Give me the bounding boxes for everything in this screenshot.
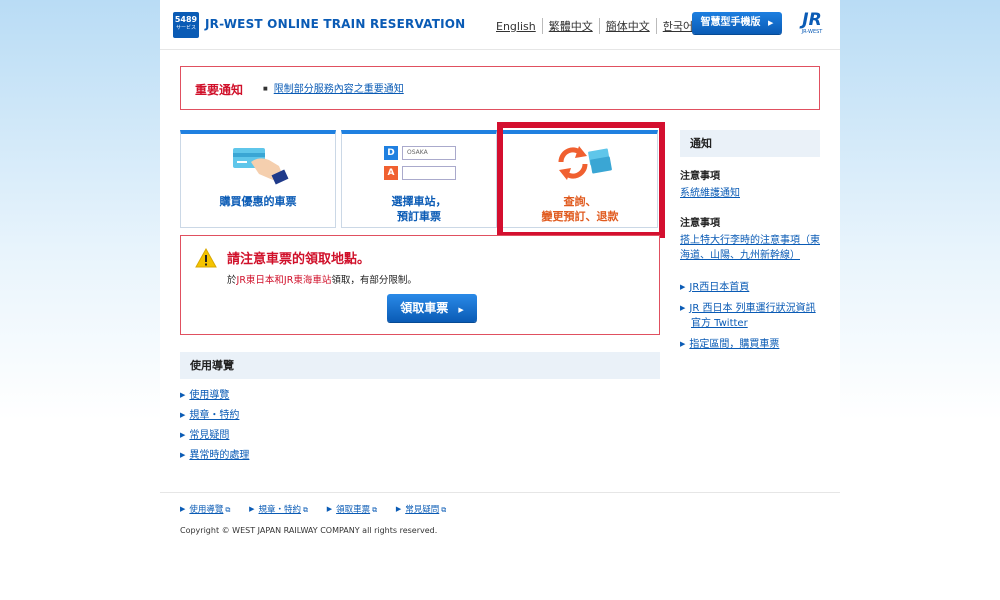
external-link-icon: ⧉ (225, 506, 231, 514)
warning-text-highlight: JR東日本和JR東海車站 (236, 275, 332, 286)
arrow-right-icon: ▶ (395, 505, 402, 513)
lang-traditional-chinese[interactable]: 繁體中文 (541, 18, 599, 34)
pickup-warning: 請注意車票的領取地點。 於JR東日本和JR東海車站領取，有部分限制。 領取車票 … (180, 235, 660, 335)
5489-logo[interactable]: 5489 サービス (173, 12, 199, 38)
sidebar-notice: 注意事項 搭上特大行李時的注意事項（東海道、山陽、九州新幹線） (680, 214, 820, 263)
site-title[interactable]: JR-WEST ONLINE TRAIN RESERVATION (205, 17, 465, 31)
footer-link[interactable]: ▶ 領取車票 ⧉ (327, 505, 377, 515)
jr-west-logo[interactable]: JR JR-WEST (796, 12, 828, 38)
arrow-right-icon: ▶ (180, 505, 186, 513)
notice-heading: 注意事項 (680, 218, 720, 229)
footer-link-label: 領取車票 (336, 505, 371, 515)
footer-link-label: 規章・特約 (258, 505, 302, 515)
warning-title: 請注意車票的領取地點。 (227, 252, 371, 267)
jr-logo-sub: JR-WEST (801, 29, 823, 35)
guide-item[interactable]: ▶ 規章・特約 (180, 408, 249, 428)
footer-link[interactable]: ▶ 規章・特約 ⧉ (249, 505, 308, 515)
footer-links: ▶ 使用導覽 ⧉ ▶ 規章・特約 ⧉ ▶ 領取車票 ⧉ ▶ 常見疑問 ⧉ (180, 503, 462, 515)
footer-link[interactable]: ▶ 使用導覽 ⧉ (180, 505, 230, 515)
select-station-card[interactable]: D OSAKA A 選擇車站， 預訂車票 (341, 130, 497, 228)
arrival-marker: A (384, 166, 398, 180)
guide-item-label: 使用導覽 (189, 390, 230, 401)
guide-item[interactable]: ▶ 使用導覽 (180, 388, 249, 408)
important-notice: 重要通知 限制部分服務內容之重要通知 (180, 66, 820, 110)
sidebar-link-label: JR西日本首頁 (689, 282, 750, 293)
arrow-right-icon: ▶ (180, 451, 186, 459)
lang-english[interactable]: English (490, 20, 542, 33)
guide-item-label: 常見疑問 (189, 430, 230, 441)
pickup-ticket-label: 領取車票 (400, 301, 449, 315)
arrow-right-icon: ▶ (180, 431, 186, 439)
language-selector: English 繁體中文 簡体中文 한국어 (490, 18, 699, 34)
mobile-version-button[interactable]: 智慧型手機版 ▶ (692, 12, 782, 34)
usage-guide-list: ▶ 使用導覽 ▶ 規章・特約 ▶ 常見疑問 ▶ 異常時的處理 (180, 388, 249, 468)
guide-item-label: 異常時的處理 (189, 450, 250, 461)
guide-item[interactable]: ▶ 異常時的處理 (180, 448, 249, 468)
usage-guide-heading: 使用導覽 (180, 352, 660, 379)
footer-divider (160, 492, 840, 493)
sidebar-links: ▶ JR西日本首頁 ▶ JR 西日本 列車運行狀況資訊 官方 Twitter ▶ 指定… (680, 280, 825, 358)
departure-station-field: OSAKA (402, 146, 456, 160)
guide-item-label: 規章・特約 (189, 410, 240, 421)
arrow-right-icon: ▶ (180, 391, 186, 399)
sidebar-notice: 注意事項 系統維護通知 (680, 167, 820, 201)
sidebar-heading: 通知 (680, 130, 820, 157)
arrow-right-icon: ▶ (680, 340, 686, 348)
buy-discount-ticket-card[interactable]: 購買優惠的車票 (180, 130, 336, 228)
notice-link[interactable]: 限制部分服務內容之重要通知 (263, 80, 404, 95)
card-label-line1: 選擇車站， (391, 195, 447, 208)
arrow-right-icon: ▶ (680, 283, 686, 291)
arrow-right-icon: ▶ (326, 505, 333, 513)
highlight-frame (497, 122, 665, 238)
external-link-icon: ⧉ (303, 506, 309, 514)
page: 5489 サービス JR-WEST ONLINE TRAIN RESERVATI… (160, 0, 840, 600)
notice-link[interactable]: 搭上特大行李時的注意事項（東海道、山陽、九州新幹線） (680, 233, 820, 263)
footer-link[interactable]: ▶ 常見疑問 ⧉ (396, 505, 446, 515)
chevron-right-icon: ▶ (458, 306, 464, 314)
external-link-icon: ⧉ (372, 506, 378, 514)
external-link-icon: ⧉ (441, 506, 447, 514)
footer-link-label: 使用導覽 (189, 505, 224, 515)
notice-link[interactable]: 系統維護通知 (680, 186, 820, 201)
card-payment-icon (233, 148, 289, 185)
sidebar-link-label: 指定區間，購買車票 (689, 339, 780, 350)
sidebar-link[interactable]: ▶ JR 西日本 列車運行狀況資訊 官方 Twitter (680, 301, 825, 331)
copyright: Copyright © WEST JAPAN RAILWAY COMPANY a… (180, 526, 438, 535)
warning-text-prefix: 於 (227, 275, 237, 286)
chevron-right-icon: ▶ (768, 19, 774, 27)
sidebar-link-label: JR 西日本 列車運行狀況資訊 官方 Twitter (689, 303, 816, 329)
arrival-station-field (402, 166, 456, 180)
logo-sub: サービス (175, 25, 196, 31)
header: 5489 サービス JR-WEST ONLINE TRAIN RESERVATI… (160, 0, 840, 50)
warning-icon (195, 248, 217, 268)
warning-text: 於JR東日本和JR東海車站領取，有部分限制。 (227, 272, 417, 286)
arrow-right-icon: ▶ (680, 304, 686, 312)
jr-logo-mark: JR (802, 10, 822, 30)
notice-title: 重要通知 (195, 83, 244, 97)
card-label-line2: 預訂車票 (397, 210, 441, 223)
warning-text-suffix: 領取，有部分限制。 (331, 275, 417, 286)
card-label: 購買優惠的車票 (219, 195, 297, 208)
lang-simplified-chinese[interactable]: 簡体中文 (598, 18, 656, 34)
footer-link-label: 常見疑問 (405, 505, 440, 515)
sidebar-link[interactable]: ▶ 指定區間，購買車票 (680, 337, 825, 352)
arrow-right-icon: ▶ (180, 411, 186, 419)
departure-marker: D (384, 146, 398, 160)
notice-heading: 注意事項 (680, 171, 720, 182)
arrow-right-icon: ▶ (249, 505, 255, 513)
mobile-version-label: 智慧型手機版 (700, 17, 761, 28)
sidebar-link[interactable]: ▶ JR西日本首頁 (680, 280, 825, 295)
logo-number: 5489 (174, 15, 198, 24)
guide-item[interactable]: ▶ 常見疑問 (180, 428, 249, 448)
pickup-ticket-button[interactable]: 領取車票 ▶ (387, 294, 477, 322)
